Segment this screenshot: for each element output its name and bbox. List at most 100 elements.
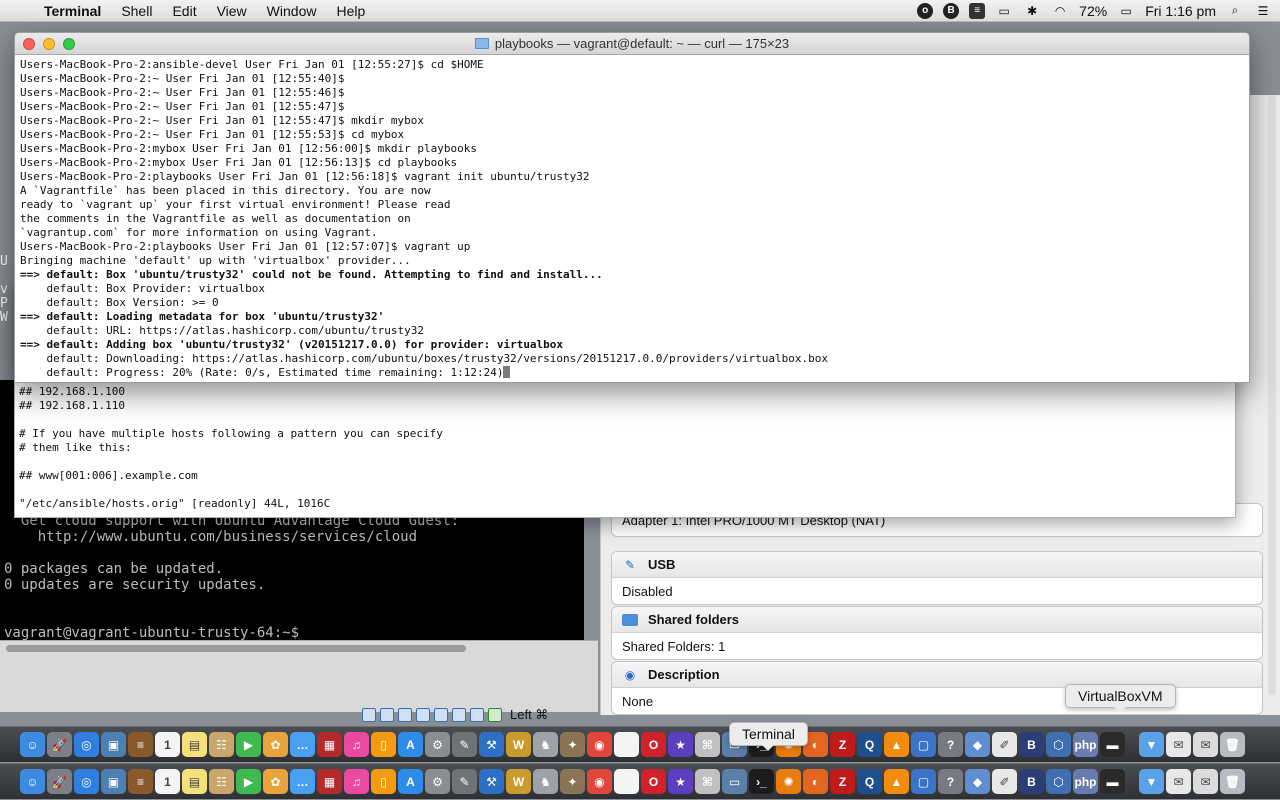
finder-icon[interactable]: ☺ xyxy=(20,732,45,757)
gimp-icon[interactable]: ✦ xyxy=(560,769,585,794)
app-menu-terminal[interactable]: Terminal xyxy=(40,3,111,19)
battery-icon[interactable]: ▭ xyxy=(1117,3,1135,19)
itunes-icon[interactable]: ♫ xyxy=(344,769,369,794)
mail-icon[interactable]: ✉ xyxy=(1166,732,1191,757)
downloads-folder-icon[interactable]: ▼ xyxy=(1139,732,1164,757)
contacts-icon[interactable]: ☷ xyxy=(209,769,234,794)
quicktime-icon[interactable]: Q xyxy=(857,732,882,757)
chess-icon[interactable]: ♞ xyxy=(533,732,558,757)
usb-status-icon[interactable] xyxy=(434,708,448,722)
gimp-icon[interactable]: ✦ xyxy=(560,732,585,757)
vm-horizontal-scrollbar[interactable] xyxy=(6,645,466,652)
vlc-icon[interactable]: ▲ xyxy=(884,769,909,794)
chrome-icon[interactable]: ◉ xyxy=(587,769,612,794)
stickies-icon[interactable]: ▤ xyxy=(182,769,207,794)
launchpad-icon[interactable]: 🚀 xyxy=(47,732,72,757)
facetime-icon[interactable]: ▶ xyxy=(236,732,261,757)
image-capture-icon[interactable]: ⌘ xyxy=(695,769,720,794)
scanner-icon[interactable]: ▭ xyxy=(722,769,747,794)
quicktime-icon[interactable]: Q xyxy=(857,769,882,794)
remote-desktop-icon[interactable]: ▢ xyxy=(911,769,936,794)
menu-help[interactable]: Help xyxy=(326,3,375,19)
imovie-icon[interactable]: ★ xyxy=(668,769,693,794)
mail-icon[interactable]: ✉ xyxy=(1166,769,1191,794)
notes-icon[interactable]: ≡ xyxy=(128,732,153,757)
usb-section[interactable]: ✎ USB Disabled xyxy=(611,551,1263,605)
zoom-window-button[interactable] xyxy=(63,38,75,50)
launchpad-icon[interactable]: 🚀 xyxy=(47,769,72,794)
photo-booth-icon[interactable]: ▦ xyxy=(317,769,342,794)
opera-icon[interactable]: O xyxy=(641,769,666,794)
firefox-icon[interactable]: ◐ xyxy=(803,769,828,794)
app-store-icon[interactable]: A xyxy=(398,769,423,794)
downloads-folder-icon[interactable]: ▼ xyxy=(1139,769,1164,794)
optical-status-icon[interactable] xyxy=(380,708,394,722)
preview-icon[interactable]: ▣ xyxy=(101,769,126,794)
close-window-button[interactable] xyxy=(23,38,35,50)
menu-shell[interactable]: Shell xyxy=(111,3,162,19)
stickies-icon[interactable]: ▤ xyxy=(182,732,207,757)
script-editor-icon[interactable]: ✎ xyxy=(452,769,477,794)
battery-percentage[interactable]: 72% xyxy=(1079,3,1107,19)
menu-clock[interactable]: Fri 1:16 pm xyxy=(1145,3,1216,19)
php-icon[interactable]: php xyxy=(1073,732,1098,757)
terminal-window[interactable]: playbooks — vagrant@default: ~ — curl — … xyxy=(14,32,1250,383)
calendar-icon[interactable]: 1 xyxy=(155,769,180,794)
document-icon[interactable] xyxy=(614,769,639,794)
app-store-icon[interactable]: A xyxy=(398,732,423,757)
dictation-status-icon[interactable]: ≡ xyxy=(969,2,986,19)
menu-window[interactable]: Window xyxy=(257,3,327,19)
trash-icon[interactable]: 🗑 xyxy=(1220,732,1245,757)
photos-icon[interactable]: ✿ xyxy=(263,769,288,794)
vlc-icon[interactable]: ▲ xyxy=(884,732,909,757)
ibooks-icon[interactable]: ▯ xyxy=(371,732,396,757)
hdd-status-icon[interactable] xyxy=(362,708,376,722)
messages-icon[interactable]: … xyxy=(290,732,315,757)
virtualbox-cube-icon[interactable]: ◆ xyxy=(965,732,990,757)
trash-icon[interactable]: 🗑 xyxy=(1220,769,1245,794)
opera-status-icon[interactable]: o xyxy=(917,2,934,19)
document-icon[interactable] xyxy=(614,732,639,757)
help-icon[interactable]: ? xyxy=(938,732,963,757)
virtualboxvm-icon[interactable]: ▬ xyxy=(1100,769,1125,794)
shared-folders-header[interactable]: Shared folders xyxy=(612,607,1262,633)
keyboard-status-icon[interactable] xyxy=(488,708,502,722)
network-status-icon[interactable] xyxy=(416,708,430,722)
safari-icon[interactable]: ◎ xyxy=(74,769,99,794)
shared-folder-status-icon[interactable] xyxy=(452,708,466,722)
photos-icon[interactable]: ✿ xyxy=(263,732,288,757)
usb-header[interactable]: ✎ USB xyxy=(612,552,1262,578)
finder-icon[interactable]: ☺ xyxy=(20,769,45,794)
help-icon[interactable]: ? xyxy=(938,769,963,794)
textedit-icon[interactable]: ✐ xyxy=(992,769,1017,794)
terminal-titlebar[interactable]: playbooks — vagrant@default: ~ — curl — … xyxy=(15,33,1249,55)
shared-folders-section[interactable]: Shared folders Shared Folders: 1 xyxy=(611,606,1263,660)
xcode-icon[interactable]: ⚒ xyxy=(479,769,504,794)
bbedit-status-icon[interactable]: B xyxy=(943,2,960,19)
capture-status-icon[interactable] xyxy=(470,708,484,722)
bluetooth-icon[interactable]: ✱ xyxy=(1023,3,1041,19)
itunes-icon[interactable]: ♫ xyxy=(344,732,369,757)
chrome-icon[interactable]: ◉ xyxy=(587,732,612,757)
notes-icon[interactable]: ≡ xyxy=(128,769,153,794)
filezilla-icon[interactable]: Z xyxy=(830,769,855,794)
xcode-icon[interactable]: ⚒ xyxy=(479,732,504,757)
photo-booth-icon[interactable]: ▦ xyxy=(317,732,342,757)
textwrangler-icon[interactable]: W xyxy=(506,732,531,757)
virtualbox-icon[interactable]: ⬡ xyxy=(1046,769,1071,794)
menu-edit[interactable]: Edit xyxy=(162,3,206,19)
facetime-icon[interactable]: ▶ xyxy=(236,769,261,794)
floppy-status-icon[interactable] xyxy=(398,708,412,722)
script-editor-icon[interactable]: ✎ xyxy=(452,732,477,757)
system-preferences-icon[interactable]: ⚙ xyxy=(425,732,450,757)
menu-view[interactable]: View xyxy=(207,3,257,19)
textedit-icon[interactable]: ✐ xyxy=(992,732,1017,757)
details-scrollbar[interactable] xyxy=(1268,95,1276,695)
preview-icon[interactable]: ▣ xyxy=(101,732,126,757)
terminal-output[interactable]: Users-MacBook-Pro-2:ansible-devel User F… xyxy=(15,55,1249,382)
calendar-icon[interactable]: 1 xyxy=(155,732,180,757)
mail-stack-icon[interactable]: ✉ xyxy=(1193,769,1218,794)
spotlight-search-icon[interactable]: ⌕ xyxy=(1226,3,1244,19)
blender-icon[interactable]: ✺ xyxy=(776,769,801,794)
virtualbox-cube-icon[interactable]: ◆ xyxy=(965,769,990,794)
